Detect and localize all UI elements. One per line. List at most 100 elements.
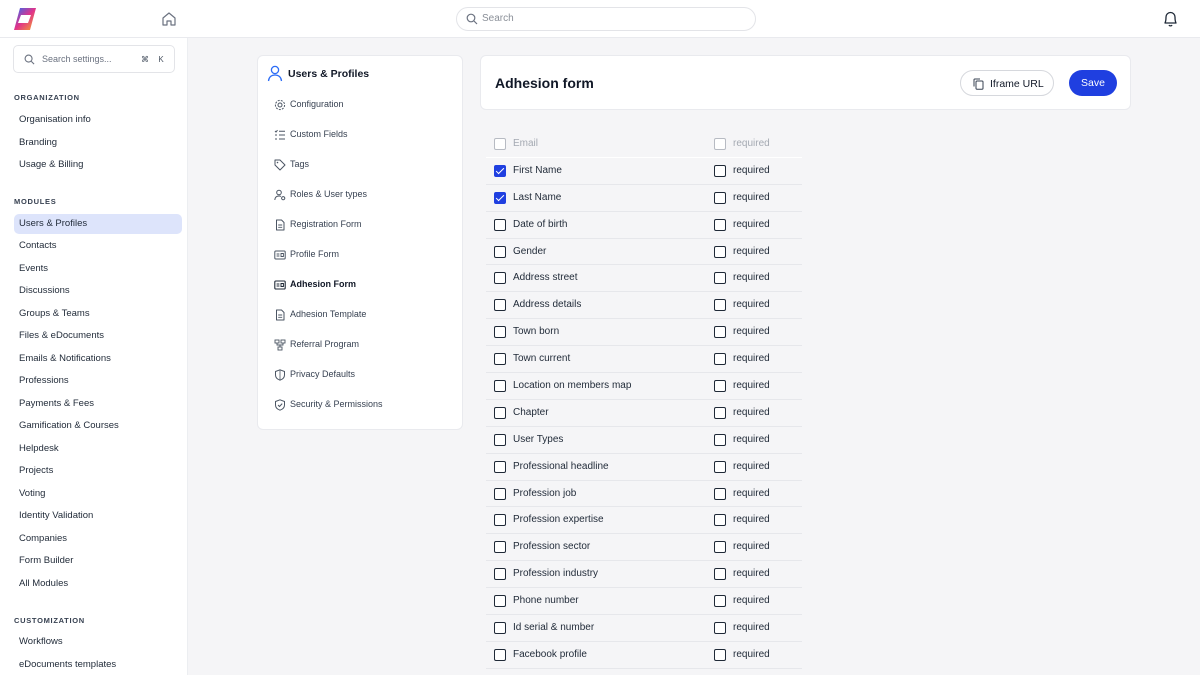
settings-search-placeholder: Search settings... xyxy=(42,54,112,64)
menu-item-label: Configuration xyxy=(290,99,344,109)
field-required-checkbox[interactable] xyxy=(714,299,726,312)
required-label: required xyxy=(733,353,770,365)
sidebar-item-branding[interactable]: Branding xyxy=(14,133,182,153)
menu-item-adhesion-template[interactable]: Adhesion Template xyxy=(274,307,459,323)
field-required-checkbox[interactable] xyxy=(714,353,726,366)
field-required-checkbox[interactable] xyxy=(714,541,726,554)
field-enabled-checkbox[interactable] xyxy=(494,164,506,177)
field-enabled-checkbox[interactable] xyxy=(494,406,506,419)
field-required-checkbox[interactable] xyxy=(714,380,726,393)
app-logo[interactable] xyxy=(12,7,38,31)
menu-item-adhesion-form[interactable]: Adhesion Form xyxy=(274,277,459,293)
field-label: Email xyxy=(513,138,539,149)
global-search-input[interactable]: Search xyxy=(456,7,756,31)
menu-item-roles-user-types[interactable]: Roles & User types xyxy=(274,187,459,203)
sidebar-item-projects[interactable]: Projects xyxy=(14,461,182,481)
required-label: required xyxy=(733,460,770,472)
field-enabled-checkbox[interactable] xyxy=(494,326,506,339)
sidebar-item-companies[interactable]: Companies xyxy=(14,529,182,549)
required-label: required xyxy=(733,541,770,553)
menu-item-label: Security & Permissions xyxy=(290,399,383,409)
field-enabled-checkbox[interactable] xyxy=(494,487,506,500)
field-required-checkbox[interactable] xyxy=(714,272,726,285)
field-row: Gender required xyxy=(486,239,802,266)
field-required-checkbox[interactable] xyxy=(714,595,726,608)
save-button[interactable]: Save xyxy=(1069,70,1117,96)
user-icon xyxy=(267,65,283,82)
field-enabled-checkbox[interactable] xyxy=(494,433,506,446)
menu-item-label: Adhesion Template xyxy=(290,309,367,319)
sidebar-item-files-edocuments[interactable]: Files & eDocuments xyxy=(14,326,182,346)
field-required-checkbox[interactable] xyxy=(714,487,726,500)
sidebar-item-gamification-courses[interactable]: Gamification & Courses xyxy=(14,416,182,436)
field-required-checkbox[interactable] xyxy=(714,191,726,204)
menu-item-referral-program[interactable]: Referral Program xyxy=(274,337,459,353)
field-required-checkbox[interactable] xyxy=(714,568,726,581)
menu-item-security-permissions[interactable]: Security & Permissions xyxy=(274,397,459,413)
field-enabled-checkbox[interactable] xyxy=(494,299,506,312)
field-required-checkbox[interactable] xyxy=(714,460,726,473)
field-enabled-checkbox[interactable] xyxy=(494,272,506,285)
sidebar-item-workflows[interactable]: Workflows xyxy=(14,632,182,652)
field-enabled-checkbox[interactable] xyxy=(494,541,506,554)
sidebar-item-organisation-info[interactable]: Organisation info xyxy=(14,110,182,130)
field-enabled-checkbox[interactable] xyxy=(494,353,506,366)
required-label: required xyxy=(733,245,770,257)
sidebar-item-all-modules[interactable]: All Modules xyxy=(14,574,182,594)
sidebar-item-groups-teams[interactable]: Groups & Teams xyxy=(14,304,182,324)
field-enabled-checkbox[interactable] xyxy=(494,245,506,258)
sidebar-item-payments-fees[interactable]: Payments & Fees xyxy=(14,394,182,414)
menu-item-registration-form[interactable]: Registration Form xyxy=(274,217,459,233)
menu-item-configuration[interactable]: Configuration xyxy=(274,97,459,113)
field-enabled-checkbox[interactable] xyxy=(494,622,506,635)
sidebar-item-events[interactable]: Events xyxy=(14,259,182,279)
field-required-checkbox[interactable] xyxy=(714,514,726,527)
search-icon xyxy=(466,13,478,25)
field-required-checkbox[interactable] xyxy=(714,218,726,231)
field-required-checkbox[interactable] xyxy=(714,622,726,635)
menu-item-tags[interactable]: Tags xyxy=(274,157,459,173)
menu-item-label: Profile Form xyxy=(290,249,340,259)
sidebar-item-professions[interactable]: Professions xyxy=(14,371,182,391)
field-row: Phone number required xyxy=(486,588,802,616)
field-required-checkbox[interactable] xyxy=(714,406,726,419)
required-label: required xyxy=(733,272,770,284)
field-required-checkbox[interactable] xyxy=(714,326,726,339)
bell-icon[interactable] xyxy=(1162,10,1179,28)
field-required-checkbox[interactable] xyxy=(714,433,726,446)
field-enabled-checkbox[interactable] xyxy=(494,460,506,473)
sidebar-item-edocuments-templates[interactable]: eDocuments templates xyxy=(14,655,182,675)
sidebar-item-identity-validation[interactable]: Identity Validation xyxy=(14,506,182,526)
sidebar-item-voting[interactable]: Voting xyxy=(14,484,182,504)
settings-search-input[interactable]: Search settings... ⌘ K xyxy=(13,45,175,73)
sidebar-item-emails-notifications[interactable]: Emails & Notifications xyxy=(14,349,182,369)
sidebar-item-users-profiles[interactable]: Users & Profiles xyxy=(14,214,182,234)
field-label: Profession job xyxy=(513,487,577,499)
home-icon[interactable] xyxy=(161,11,177,27)
field-enabled-checkbox[interactable] xyxy=(494,568,506,581)
iframe-url-button[interactable]: Iframe URL xyxy=(960,70,1054,96)
field-enabled-checkbox[interactable] xyxy=(494,218,506,231)
menu-item-privacy-defaults[interactable]: Privacy Defaults xyxy=(274,367,459,383)
sidebar-item-contacts[interactable]: Contacts xyxy=(14,236,182,256)
sidebar-item-form-builder[interactable]: Form Builder xyxy=(14,551,182,571)
required-label: required xyxy=(733,622,770,634)
field-required-checkbox[interactable] xyxy=(714,245,726,258)
sidebar-item-helpdesk[interactable]: Helpdesk xyxy=(14,439,182,459)
field-label: First Name xyxy=(513,164,562,176)
network-icon xyxy=(274,339,286,351)
field-enabled-checkbox[interactable] xyxy=(494,191,506,204)
menu-item-profile-form[interactable]: Profile Form xyxy=(274,247,459,263)
field-enabled-checkbox[interactable] xyxy=(494,380,506,393)
field-label: Id serial & number xyxy=(513,622,595,634)
field-row: Town current required xyxy=(486,346,802,374)
field-required-checkbox[interactable] xyxy=(714,648,726,661)
field-enabled-checkbox[interactable] xyxy=(494,514,506,527)
field-row: Id serial & number required xyxy=(486,615,802,642)
sidebar-item-usage-billing[interactable]: Usage & Billing xyxy=(14,155,182,175)
field-required-checkbox[interactable] xyxy=(714,164,726,177)
field-enabled-checkbox[interactable] xyxy=(494,648,506,661)
field-enabled-checkbox[interactable] xyxy=(494,595,506,608)
sidebar-item-discussions[interactable]: Discussions xyxy=(14,281,182,301)
menu-item-custom-fields[interactable]: Custom Fields xyxy=(274,127,459,143)
